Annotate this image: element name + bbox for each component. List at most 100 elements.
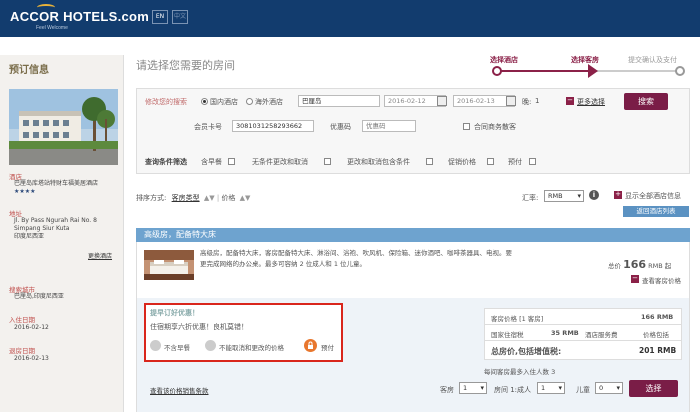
city-value: 巴厘岛,印度尼西亚 xyxy=(14,293,64,300)
show-all-hotel-info-link[interactable]: 显示全部酒店信息 xyxy=(625,191,681,201)
filter-prepaid-checkbox[interactable] xyxy=(529,158,536,165)
step-track-done xyxy=(496,70,596,72)
view-room-price-link[interactable]: 查看客房价格 xyxy=(642,275,681,285)
lang-zh-button[interactable]: 中文 xyxy=(172,10,188,24)
page-title: 请选择您需要的房间 xyxy=(136,60,235,72)
hotel-name-text: 巴厘岛库塔站特财车福美居酒店 xyxy=(14,180,99,187)
sort-arrows-icon[interactable]: ▲▼ xyxy=(204,194,215,202)
search-button[interactable]: 搜索 xyxy=(624,93,668,110)
logo-tagline: Feel Welcome xyxy=(36,25,68,31)
adults-label: 房间 1:成人 xyxy=(494,386,532,394)
price-divider xyxy=(485,340,681,341)
currency-select[interactable]: RMB xyxy=(544,190,584,202)
rooms-select[interactable]: 1 xyxy=(459,382,487,394)
room-price: 总价 166 RMB 起 xyxy=(608,258,671,271)
service-fee-label: 酒店服务费 xyxy=(585,331,618,339)
sort-by-type[interactable]: 客房类型 xyxy=(172,194,200,202)
rooms-label: 客房 xyxy=(440,386,454,394)
hotel-name: 巴厘岛库塔站特财车福美居酒店 ★★★★ xyxy=(14,180,120,196)
radio-domestic-label: 国内酒店 xyxy=(210,98,238,106)
step-dot-3 xyxy=(675,66,685,76)
filter-cond-cancel-checkbox[interactable] xyxy=(426,158,433,165)
radio-domestic[interactable] xyxy=(201,98,208,105)
nights-value: 1 xyxy=(535,97,540,105)
checkout-value: 2016-02-13 xyxy=(14,355,49,362)
site-logo[interactable]: ACCOR HOTELS.com xyxy=(10,9,149,24)
plus-icon[interactable]: + xyxy=(614,191,622,199)
tag-no-cancel: 不能取消和更改的价格 xyxy=(219,344,284,352)
children-select[interactable]: 0 xyxy=(595,382,623,394)
rate-description: 住宿期享六折优惠！良机莫错！ xyxy=(150,323,248,331)
step-confirm-pay: 提交确认及支付 xyxy=(628,56,677,64)
filter-prepaid-label: 预付 xyxy=(508,158,522,166)
price-breakdown: 客房价格 [1 客房] 166 RMB 国家住宿税 35 RMB 酒店服务费 价… xyxy=(484,308,682,360)
back-to-list-label: 返回酒店列表 xyxy=(636,207,676,215)
service-fee-value: 价格包括 xyxy=(643,331,669,339)
step-arrow xyxy=(588,64,598,78)
step-track-todo xyxy=(596,70,678,72)
filter-promo-label: 促销价格 xyxy=(448,158,476,166)
promo-code-label: 优惠码 xyxy=(330,123,351,131)
filter-free-cancel-checkbox[interactable] xyxy=(324,158,331,165)
hotel-stars: ★★★★ xyxy=(14,188,36,195)
step-select-hotel: 选择酒店 xyxy=(490,56,518,64)
change-hotel-link[interactable]: 更换酒店 xyxy=(88,253,112,261)
sort-by-price[interactable]: 价格 xyxy=(221,194,235,202)
checkin-label: 入住日期 xyxy=(9,316,35,324)
step-dot-1 xyxy=(492,66,502,76)
currency-label: 汇率: xyxy=(522,194,539,202)
address-line-3: 印度尼西亚 xyxy=(14,233,45,240)
destination-input[interactable]: 巴厘岛 xyxy=(298,95,380,107)
sort-arrows-icon[interactable]: ▲▼ xyxy=(240,194,251,202)
back-to-list-button[interactable]: 返回酒店列表 xyxy=(623,206,689,217)
minus-icon[interactable]: − xyxy=(566,97,574,105)
sort-label: 排序方式: xyxy=(136,194,167,202)
filter-promo-checkbox[interactable] xyxy=(487,158,494,165)
tag-no-breakfast: 不含早餐 xyxy=(164,344,190,352)
more-options-link[interactable]: 更多选择 xyxy=(577,97,605,107)
promo-code-input[interactable] xyxy=(362,120,416,132)
filter-breakfast-checkbox[interactable] xyxy=(228,158,235,165)
rate-title: 提早订好优惠！ xyxy=(150,309,199,317)
children-label: 儿童 xyxy=(576,386,590,394)
corporate-checkbox[interactable] xyxy=(463,123,470,130)
filter-free-cancel-label: 无条件更改和取消 xyxy=(252,158,308,166)
checkout-label: 退房日期 xyxy=(9,347,35,355)
lang-en-button[interactable]: EN xyxy=(152,10,168,24)
prepaid-lock-icon xyxy=(304,339,317,352)
price-divider xyxy=(485,324,681,325)
radio-overseas[interactable] xyxy=(246,98,253,105)
total-value: 201 RMB xyxy=(639,346,677,355)
address-line-1: Jl. By Pass Ngurah Rai No. 8 xyxy=(14,217,97,224)
no-breakfast-icon xyxy=(150,340,161,351)
room-price-value: 166 RMB xyxy=(641,313,674,321)
info-icon[interactable]: i xyxy=(589,190,599,200)
member-card-label: 会员卡号 xyxy=(194,123,222,131)
nights-label: 晚: xyxy=(522,98,532,106)
price-value: 166 xyxy=(623,258,647,271)
filter-label: 查询条件筛选 xyxy=(145,158,187,166)
price-from-label: 总价 xyxy=(608,262,621,270)
room-header: 高级房，配备特大床 xyxy=(136,228,690,242)
member-card-input[interactable]: 3081031258293662 xyxy=(232,120,314,132)
corporate-label: 合同商务散客 xyxy=(474,123,516,131)
sort-divider: | xyxy=(216,194,220,202)
tag-prepaid: 预付 xyxy=(321,344,334,352)
max-occupancy: 每间客房最多入住人数 3 xyxy=(484,368,556,376)
price-unit: RMB 起 xyxy=(648,262,672,270)
sidebar-title: 预订信息 xyxy=(9,65,49,76)
no-cancel-icon xyxy=(205,340,216,351)
site-header: ACCOR HOTELS.com Feel Welcome EN 中文 xyxy=(0,0,700,37)
filter-breakfast-label: 含早餐 xyxy=(201,158,222,166)
sort-bar: 排序方式: 客房类型 ▲▼ | 价格 ▲▼ xyxy=(136,193,250,203)
terms-link[interactable]: 查看该价格销售条款 xyxy=(150,385,209,395)
hotel-photo xyxy=(9,89,118,165)
calendar-icon[interactable] xyxy=(437,96,447,106)
select-button[interactable]: 选择 xyxy=(629,380,678,397)
calendar-icon[interactable] xyxy=(506,96,516,106)
filter-cond-cancel-label: 更改和取消包含条件 xyxy=(347,158,410,166)
room-photo[interactable] xyxy=(144,250,194,280)
checkin-value: 2016-02-12 xyxy=(14,324,49,331)
adults-select[interactable]: 1 xyxy=(537,382,565,394)
minus-icon[interactable]: − xyxy=(631,275,639,283)
